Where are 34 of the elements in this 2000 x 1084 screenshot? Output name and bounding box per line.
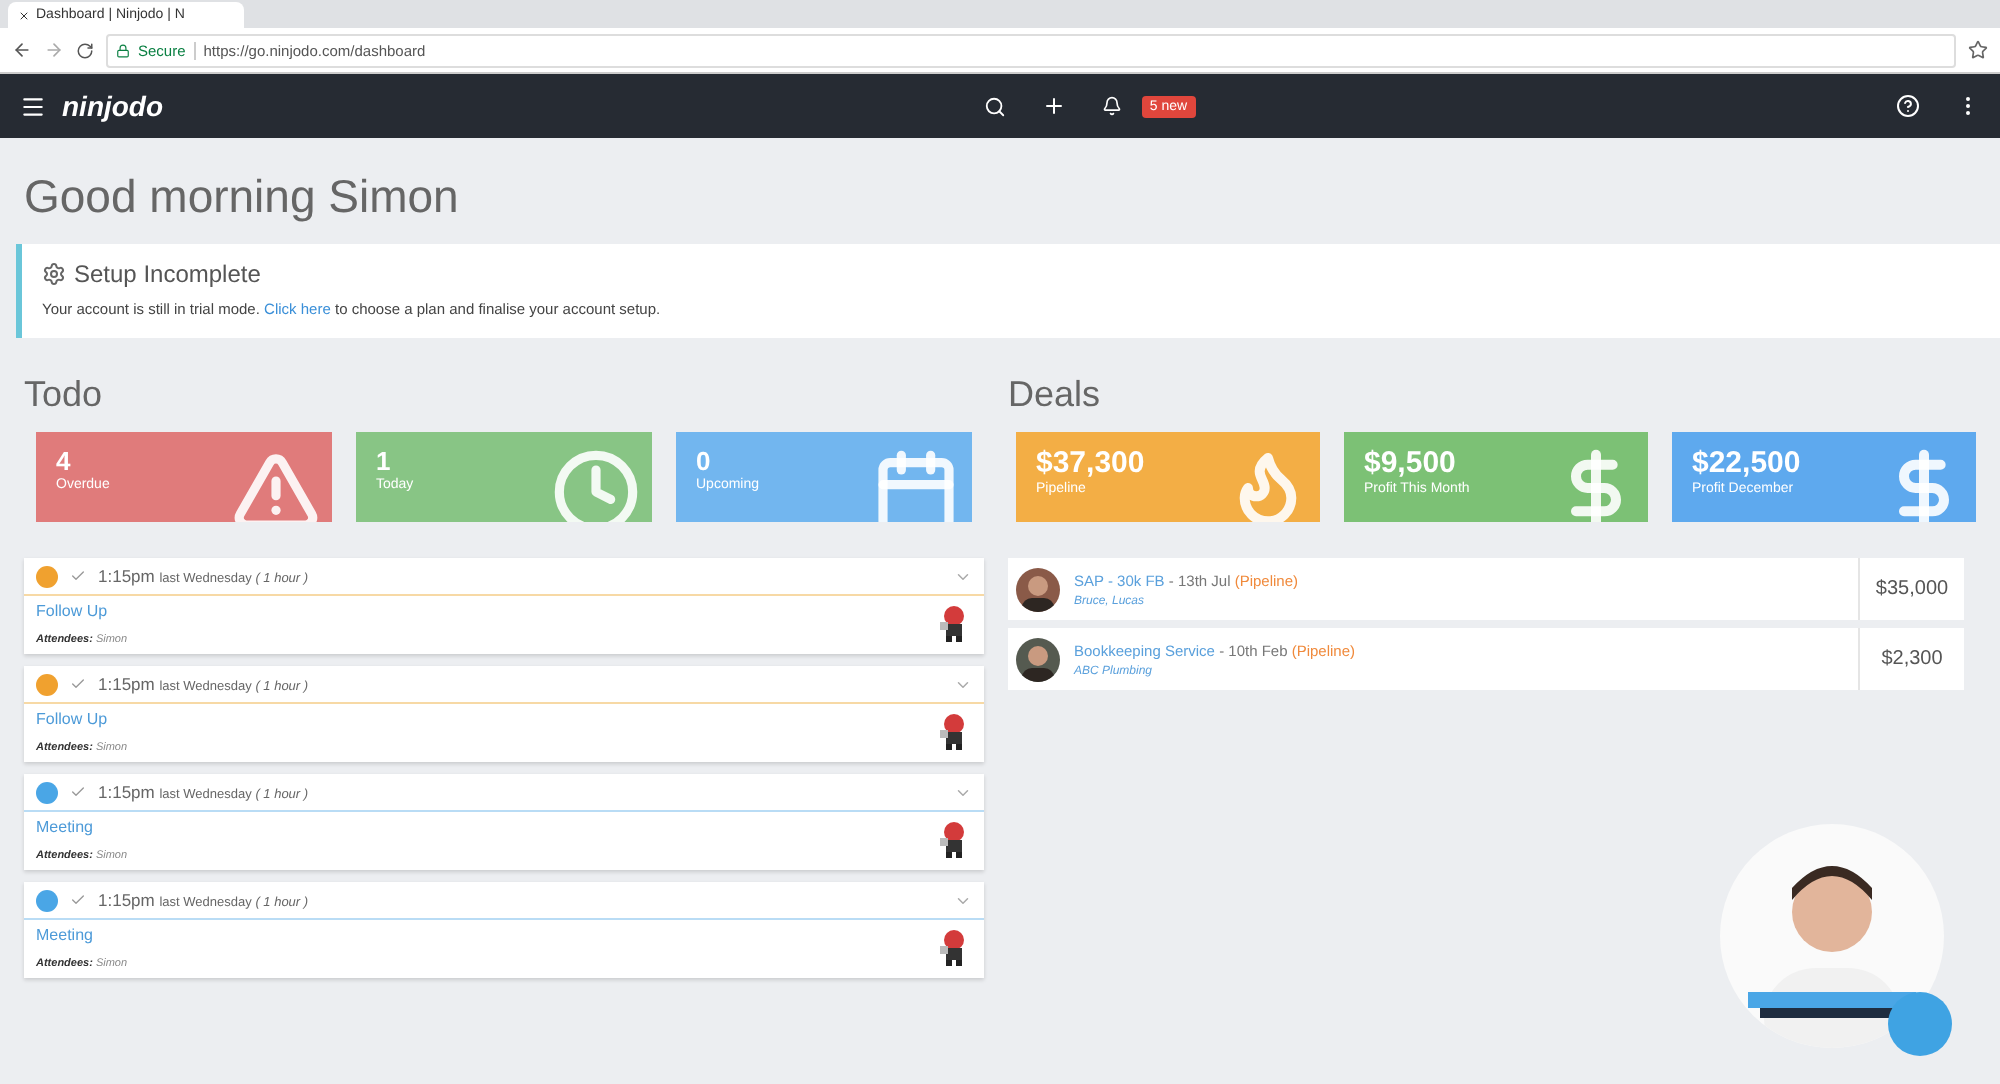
stat-value: $9,500 xyxy=(1364,448,1458,478)
deal-amount: $35,000 xyxy=(1858,558,1964,620)
close-icon[interactable] xyxy=(18,9,30,21)
warning-icon xyxy=(232,448,320,522)
notice-title: Setup Incomplete xyxy=(74,260,261,288)
deal-amount: $2,300 xyxy=(1858,628,1964,690)
todo-heading: Todo xyxy=(24,374,105,416)
stat-value: 1 xyxy=(376,448,393,474)
help-icon[interactable] xyxy=(1896,94,1920,118)
search-icon[interactable] xyxy=(983,95,1006,117)
check-icon[interactable] xyxy=(70,892,86,908)
stat-value: 4 xyxy=(56,448,73,474)
check-icon[interactable] xyxy=(70,784,86,800)
bell-icon[interactable] xyxy=(1101,96,1122,116)
clock-icon xyxy=(552,448,640,522)
stat-value: 0 xyxy=(696,448,713,474)
check-icon[interactable] xyxy=(70,676,86,692)
stat-value: $22,500 xyxy=(1692,448,1803,478)
event-title[interactable]: Meeting xyxy=(36,818,128,836)
event-title[interactable]: Meeting xyxy=(36,926,128,944)
event-title[interactable]: Follow Up xyxy=(36,602,128,620)
logo[interactable]: ninjodo xyxy=(62,90,164,122)
calendar-icon xyxy=(872,448,960,522)
event-title[interactable]: Follow Up xyxy=(36,710,128,728)
reload-icon[interactable] xyxy=(76,41,94,59)
deals-heading: Deals xyxy=(1008,374,1103,416)
greeting: Good morning Simon xyxy=(24,170,461,224)
check-icon[interactable] xyxy=(70,568,86,584)
add-icon[interactable] xyxy=(1041,94,1066,118)
stat-value: $37,300 xyxy=(1036,448,1147,478)
bookmark-star-icon[interactable] xyxy=(1968,40,1988,60)
back-icon[interactable] xyxy=(12,40,32,60)
menu-icon[interactable] xyxy=(20,93,46,119)
settings-icon xyxy=(42,262,66,286)
